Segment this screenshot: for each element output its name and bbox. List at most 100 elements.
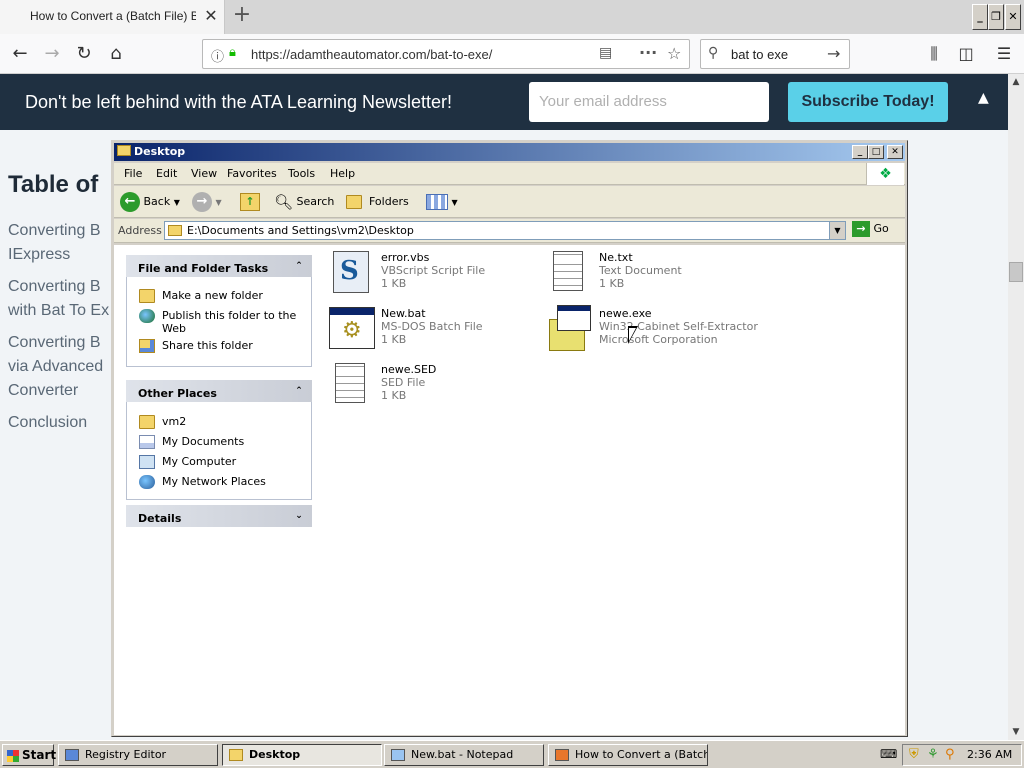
up-folder-button[interactable]: ↑ [240, 191, 260, 213]
scroll-down-icon[interactable]: ▼ [1008, 724, 1024, 740]
search-input[interactable]: bat to exe [731, 47, 788, 62]
forward-arrow-icon[interactable]: → [38, 40, 66, 68]
toc-link[interactable]: Converting B IExpress [8, 219, 101, 267]
file-item[interactable]: ⚙ New.bat MS-DOS Batch File 1 KB [329, 305, 539, 355]
chevron-down-icon[interactable]: ▼ [452, 198, 458, 207]
minimize-button[interactable]: _ [852, 145, 868, 159]
batch-file-icon: ⚙ [329, 305, 375, 351]
scroll-up-icon[interactable]: ▲ [1008, 74, 1024, 90]
file-item[interactable]: newe.SED SED File 1 KB [329, 361, 539, 411]
folder-icon [117, 145, 131, 156]
page-scrollbar[interactable]: ▲ ▼ [1008, 74, 1024, 740]
toc-link[interactable]: Converting B via Advanced Converter [8, 331, 103, 403]
address-path[interactable]: E:\Documents and Settings\vm2\Desktop [187, 224, 414, 237]
file-item[interactable]: newe.exe Win32 Cabinet Self-Extractor Mi… [547, 305, 758, 355]
share-folder-link[interactable]: Share this folder [139, 339, 253, 353]
sidebar-icon[interactable]: ◫ [952, 40, 980, 68]
script-glyph: S [340, 256, 359, 286]
shield-icon[interactable]: ⛨ [909, 747, 919, 762]
new-tab-button[interactable]: + [230, 4, 254, 28]
url-text[interactable]: https://adamtheautomator.com/bat-to-exe/ [251, 47, 492, 62]
toc-link[interactable]: Converting B with Bat To Ex [8, 275, 109, 323]
toc-link[interactable]: Conclusion [8, 411, 87, 435]
place-label: vm2 [162, 415, 187, 428]
tab-title: How to Convert a (Batch File) BAT [30, 9, 196, 23]
address-input[interactable]: E:\Documents and Settings\vm2\Desktop ▼ [164, 221, 846, 240]
menu-help[interactable]: Help [330, 167, 355, 180]
menu-favorites[interactable]: Favorites [227, 167, 277, 180]
tab-close-icon[interactable]: ✕ [202, 7, 220, 25]
search-button[interactable]: 🔍︎ Search [274, 191, 334, 213]
collapse-banner-icon[interactable]: ▲ [978, 90, 989, 106]
reader-view-icon[interactable]: ▤ [599, 45, 612, 61]
file-size: 1 KB [381, 277, 407, 290]
place-vm2[interactable]: vm2 [139, 415, 186, 429]
make-new-folder-link[interactable]: Make a new folder [139, 289, 263, 303]
keyboard-icon[interactable]: ⌨ [880, 747, 897, 761]
firefox-icon [555, 749, 569, 761]
search-go-arrow-icon[interactable]: → [827, 44, 840, 63]
menu-view[interactable]: View [191, 167, 217, 180]
bookmark-star-icon[interactable]: ☆ [667, 44, 681, 63]
menu-edit[interactable]: Edit [156, 167, 177, 180]
back-arrow-icon[interactable]: ← [6, 40, 34, 68]
collapse-chevron-icon[interactable]: ⌃ [292, 260, 306, 274]
search-bar[interactable]: ⚲ bat to exe → [700, 39, 850, 69]
go-button[interactable]: → Go [852, 221, 889, 237]
network-status-icon[interactable]: ⚘ [927, 747, 939, 762]
close-window-button[interactable]: ✕ [1005, 4, 1021, 30]
views-button[interactable]: ▼ [426, 191, 458, 213]
back-button[interactable]: ← Back ▼ [120, 191, 180, 213]
browser-tab[interactable]: How to Convert a (Batch File) BAT ✕ [0, 0, 225, 34]
menu-tools[interactable]: Tools [288, 167, 315, 180]
page-actions-icon[interactable]: ··· [639, 43, 657, 62]
reload-icon[interactable]: ↻ [70, 40, 98, 68]
publish-folder-link[interactable]: Publish this folder to the [139, 309, 296, 323]
hamburger-menu-icon[interactable]: ☰ [990, 40, 1018, 68]
subscribe-button[interactable]: Subscribe Today! [788, 82, 948, 122]
menu-bar: File Edit View Favorites Tools Help ❖ [114, 163, 905, 185]
collapse-chevron-icon[interactable]: ⌃ [292, 385, 306, 399]
publish-folder-link-cont[interactable]: Web [162, 322, 186, 335]
taskbar-item-firefox[interactable]: How to Convert a (Batch... [548, 744, 708, 766]
panel-header[interactable]: File and Folder Tasks ⌃ [126, 255, 312, 277]
chevron-down-icon[interactable]: ▼ [829, 222, 845, 239]
scrollbar-thumb[interactable] [1009, 262, 1023, 282]
info-icon[interactable]: ⓘ [211, 46, 224, 65]
newsletter-text: Don't be left behind with the ATA Learni… [25, 92, 453, 112]
views-icon [426, 194, 448, 210]
url-bar[interactable]: ⓘ 🔒︎ https://adamtheautomator.com/bat-to… [202, 39, 690, 69]
panel-header[interactable]: Other Places ⌃ [126, 380, 312, 402]
close-button[interactable]: ✕ [887, 145, 903, 159]
file-type: VBScript Script File [381, 264, 486, 277]
go-label: Go [873, 222, 889, 235]
home-icon[interactable]: ⌂ [102, 40, 130, 68]
taskbar-item-registry-editor[interactable]: Registry Editor [58, 744, 218, 766]
taskbar-item-notepad[interactable]: New.bat - Notepad [384, 744, 544, 766]
restore-button[interactable]: ❐ [988, 4, 1004, 30]
search-tray-icon[interactable]: ⚲ [945, 747, 955, 762]
document-page [553, 251, 583, 291]
lock-icon[interactable]: 🔒︎ [229, 45, 236, 60]
email-input[interactable]: Your email address [529, 82, 769, 122]
details-panel: Details ⌄ [126, 505, 312, 527]
chevron-down-icon[interactable]: ▼ [174, 198, 180, 207]
maximize-button[interactable]: □ [868, 145, 884, 159]
start-button[interactable]: Start [2, 744, 56, 766]
place-my-computer[interactable]: My Computer [139, 455, 236, 469]
file-item[interactable]: S error.vbs VBScript Script File 1 KB [329, 249, 539, 299]
expand-chevron-icon[interactable]: ⌄ [292, 510, 306, 524]
folders-button[interactable]: Folders [346, 191, 409, 213]
file-item[interactable]: Ne.txt Text Document 1 KB [547, 249, 757, 299]
chevron-down-icon[interactable]: ▼ [216, 198, 222, 207]
panel-header[interactable]: Details ⌄ [126, 505, 312, 527]
minimize-button[interactable]: _ [972, 4, 988, 30]
menu-file[interactable]: File [124, 167, 142, 180]
explorer-title-bar[interactable]: Desktop _ □ ✕ [114, 143, 905, 161]
taskbar: Start Registry Editor Desktop New.bat - … [0, 740, 1024, 768]
library-icon[interactable]: ⫼ [920, 40, 948, 68]
forward-button[interactable]: → ▼ [192, 191, 222, 213]
taskbar-item-desktop[interactable]: Desktop [222, 744, 382, 766]
place-my-documents[interactable]: My Documents [139, 435, 244, 449]
place-my-network[interactable]: My Network Places [139, 475, 266, 489]
